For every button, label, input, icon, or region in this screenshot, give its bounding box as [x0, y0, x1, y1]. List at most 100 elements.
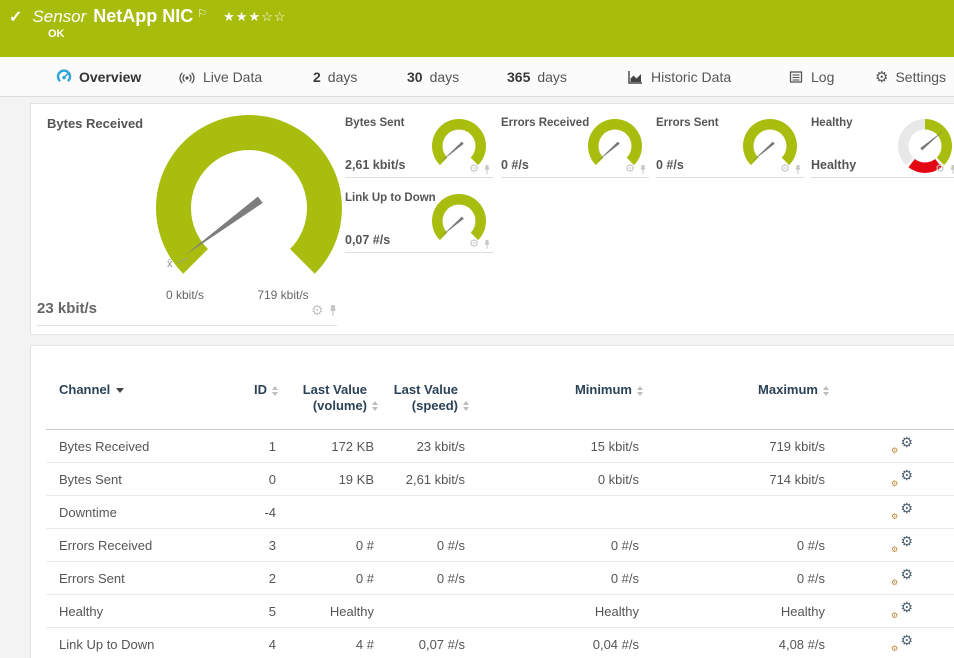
- gauge-settings-gear-icon[interactable]: ⚙: [469, 164, 479, 175]
- tab-2-days[interactable]: 2 days: [313, 57, 357, 97]
- sort-icon: [637, 386, 643, 396]
- pin-icon[interactable]: [483, 239, 491, 250]
- tab-30-days[interactable]: 30 days: [407, 57, 459, 97]
- cell-minimum: 15 kbit/s: [591, 439, 639, 454]
- cell-id: 0: [269, 472, 276, 487]
- cell-channel[interactable]: Bytes Received: [59, 439, 149, 454]
- gauge-settings-gear-icon[interactable]: ⚙: [935, 164, 945, 175]
- gauge-settings-gear-icon[interactable]: ⚙: [469, 239, 479, 250]
- sort-icon: [372, 401, 378, 411]
- gauge-settings-gear-icon[interactable]: ⚙: [625, 164, 635, 175]
- small-gauge-tools: ⚙: [935, 164, 954, 175]
- edit-channel-gears-icon[interactable]: ⚙⚙: [891, 435, 913, 455]
- sensor-header: ✓ Sensor NetApp NIC ⚐ ★★★☆☆ OK: [0, 0, 954, 57]
- cell-channel[interactable]: Healthy: [59, 604, 103, 619]
- cell-maximum: Healthy: [781, 604, 825, 619]
- table-row: Bytes Received 1 172 KB 23 kbit/s 15 kbi…: [31, 430, 954, 463]
- flag-icon[interactable]: ⚐: [197, 7, 207, 20]
- tab-live-data[interactable]: Live Data: [178, 57, 262, 97]
- edit-channel-gears-icon[interactable]: ⚙⚙: [891, 468, 913, 488]
- prtg-sensor-page: ✓ Sensor NetApp NIC ⚐ ★★★☆☆ OK Overview: [0, 0, 954, 658]
- status-check-icon: ✓: [9, 7, 22, 27]
- cell-maximum: 0 #/s: [797, 571, 825, 586]
- column-header-maximum[interactable]: Maximum: [758, 382, 829, 397]
- column-header-channel-label: Channel: [59, 382, 110, 397]
- table-row: Downtime -4 ⚙⚙: [31, 496, 954, 529]
- cell-channel[interactable]: Bytes Sent: [59, 472, 122, 487]
- column-header-last-value-speed[interactable]: Last Value (speed): [394, 382, 469, 414]
- gauge-settings-gear-icon[interactable]: ⚙: [780, 164, 790, 175]
- table-row: Link Up to Down 4 4 # 0,07 #/s 0,04 #/s …: [31, 628, 954, 658]
- cell-id: 1: [269, 439, 276, 454]
- small-gauge-tools: ⚙: [780, 164, 802, 175]
- cell-last-value-speed: 0 #/s: [437, 571, 465, 586]
- tab-2-days-unit: days: [328, 69, 358, 85]
- gauge-needle: [752, 142, 775, 162]
- cell-channel[interactable]: Downtime: [59, 505, 117, 520]
- priority-stars[interactable]: ★★★☆☆: [223, 9, 286, 25]
- tab-overview-label: Overview: [79, 69, 141, 85]
- small-gauge-bytes-sent: Bytes Sent 2,61 kbit/s ⚙: [345, 112, 493, 178]
- edit-channel-gears-icon[interactable]: ⚙⚙: [891, 501, 913, 521]
- small-gauge-healthy: Healthy Healthy ⚙: [811, 112, 954, 178]
- column-header-last-value-volume[interactable]: Last Value (volume): [303, 382, 378, 414]
- gauge-settings-gear-icon[interactable]: ⚙: [311, 303, 324, 317]
- column-header-last-value-line1: Last Value: [303, 382, 367, 397]
- tab-30-days-number: 30: [407, 69, 423, 85]
- tab-settings[interactable]: ⚙ Settings: [875, 57, 946, 97]
- gauge-needle: [185, 197, 263, 256]
- cell-last-value-volume: 0 #: [356, 538, 374, 553]
- column-header-minimum-label: Minimum: [575, 382, 632, 397]
- tab-log-label: Log: [811, 69, 834, 85]
- table-row: Bytes Sent 0 19 KB 2,61 kbit/s 0 kbit/s …: [31, 463, 954, 496]
- cell-last-value-speed: 0 #/s: [437, 538, 465, 553]
- cell-maximum: 719 kbit/s: [769, 439, 825, 454]
- cell-channel[interactable]: Errors Received: [59, 538, 152, 553]
- column-header-minimum[interactable]: Minimum: [575, 382, 643, 397]
- cell-last-value-volume: Healthy: [330, 604, 374, 619]
- gauge-needle: [920, 131, 943, 151]
- column-header-id[interactable]: ID: [254, 382, 278, 397]
- edit-channel-gears-icon[interactable]: ⚙⚙: [891, 567, 913, 587]
- cell-minimum: Healthy: [595, 604, 639, 619]
- small-gauge-title: Link Up to Down: [345, 192, 436, 204]
- edit-channel-gears-icon[interactable]: ⚙⚙: [891, 600, 913, 620]
- pin-icon[interactable]: [949, 164, 954, 175]
- pin-icon[interactable]: [328, 304, 338, 317]
- edit-channel-gears-icon[interactable]: ⚙⚙: [891, 633, 913, 653]
- main-gauge-divider: [37, 325, 337, 326]
- tab-2-days-number: 2: [313, 69, 321, 85]
- area-chart-icon: [627, 69, 644, 85]
- tab-log[interactable]: Log: [788, 57, 834, 97]
- tab-historic-data-label: Historic Data: [651, 69, 731, 85]
- main-gauge-scale-max: 719 kbit/s: [238, 288, 328, 302]
- main-gauge-title: Bytes Received: [47, 116, 143, 131]
- column-header-volume-line2: (volume): [313, 398, 367, 413]
- sort-icon: [272, 386, 278, 396]
- cell-channel[interactable]: Link Up to Down: [59, 637, 154, 652]
- column-header-channel[interactable]: Channel: [59, 382, 124, 397]
- table-header: Channel ID Last Value (volume) Last Valu…: [31, 382, 954, 429]
- column-header-speed-line2: (speed): [412, 398, 458, 413]
- pin-icon[interactable]: [794, 164, 802, 175]
- tab-historic-data[interactable]: Historic Data: [627, 57, 731, 97]
- main-gauge: x̄: [149, 113, 349, 303]
- cell-last-value-volume: 19 KB: [339, 472, 374, 487]
- column-header-last-value-line1: Last Value: [394, 382, 458, 397]
- gauge-needle: [441, 142, 464, 162]
- tab-365-days[interactable]: 365 days: [507, 57, 567, 97]
- main-gauge-value: 23 kbit/s: [37, 300, 97, 317]
- log-list-icon: [788, 69, 804, 85]
- pin-icon[interactable]: [483, 164, 491, 175]
- cell-minimum: 0 #/s: [611, 571, 639, 586]
- pin-icon[interactable]: [639, 164, 647, 175]
- cell-minimum: 0 #/s: [611, 538, 639, 553]
- edit-channel-gears-icon[interactable]: ⚙⚙: [891, 534, 913, 554]
- cell-maximum: 4,08 #/s: [779, 637, 825, 652]
- tab-overview[interactable]: Overview: [56, 57, 141, 97]
- object-kind-label: Sensor: [32, 7, 86, 27]
- cell-channel[interactable]: Errors Sent: [59, 571, 125, 586]
- column-header-id-label: ID: [254, 382, 267, 397]
- small-gauge-tools: ⚙: [469, 164, 491, 175]
- gauge-needle: [597, 142, 620, 162]
